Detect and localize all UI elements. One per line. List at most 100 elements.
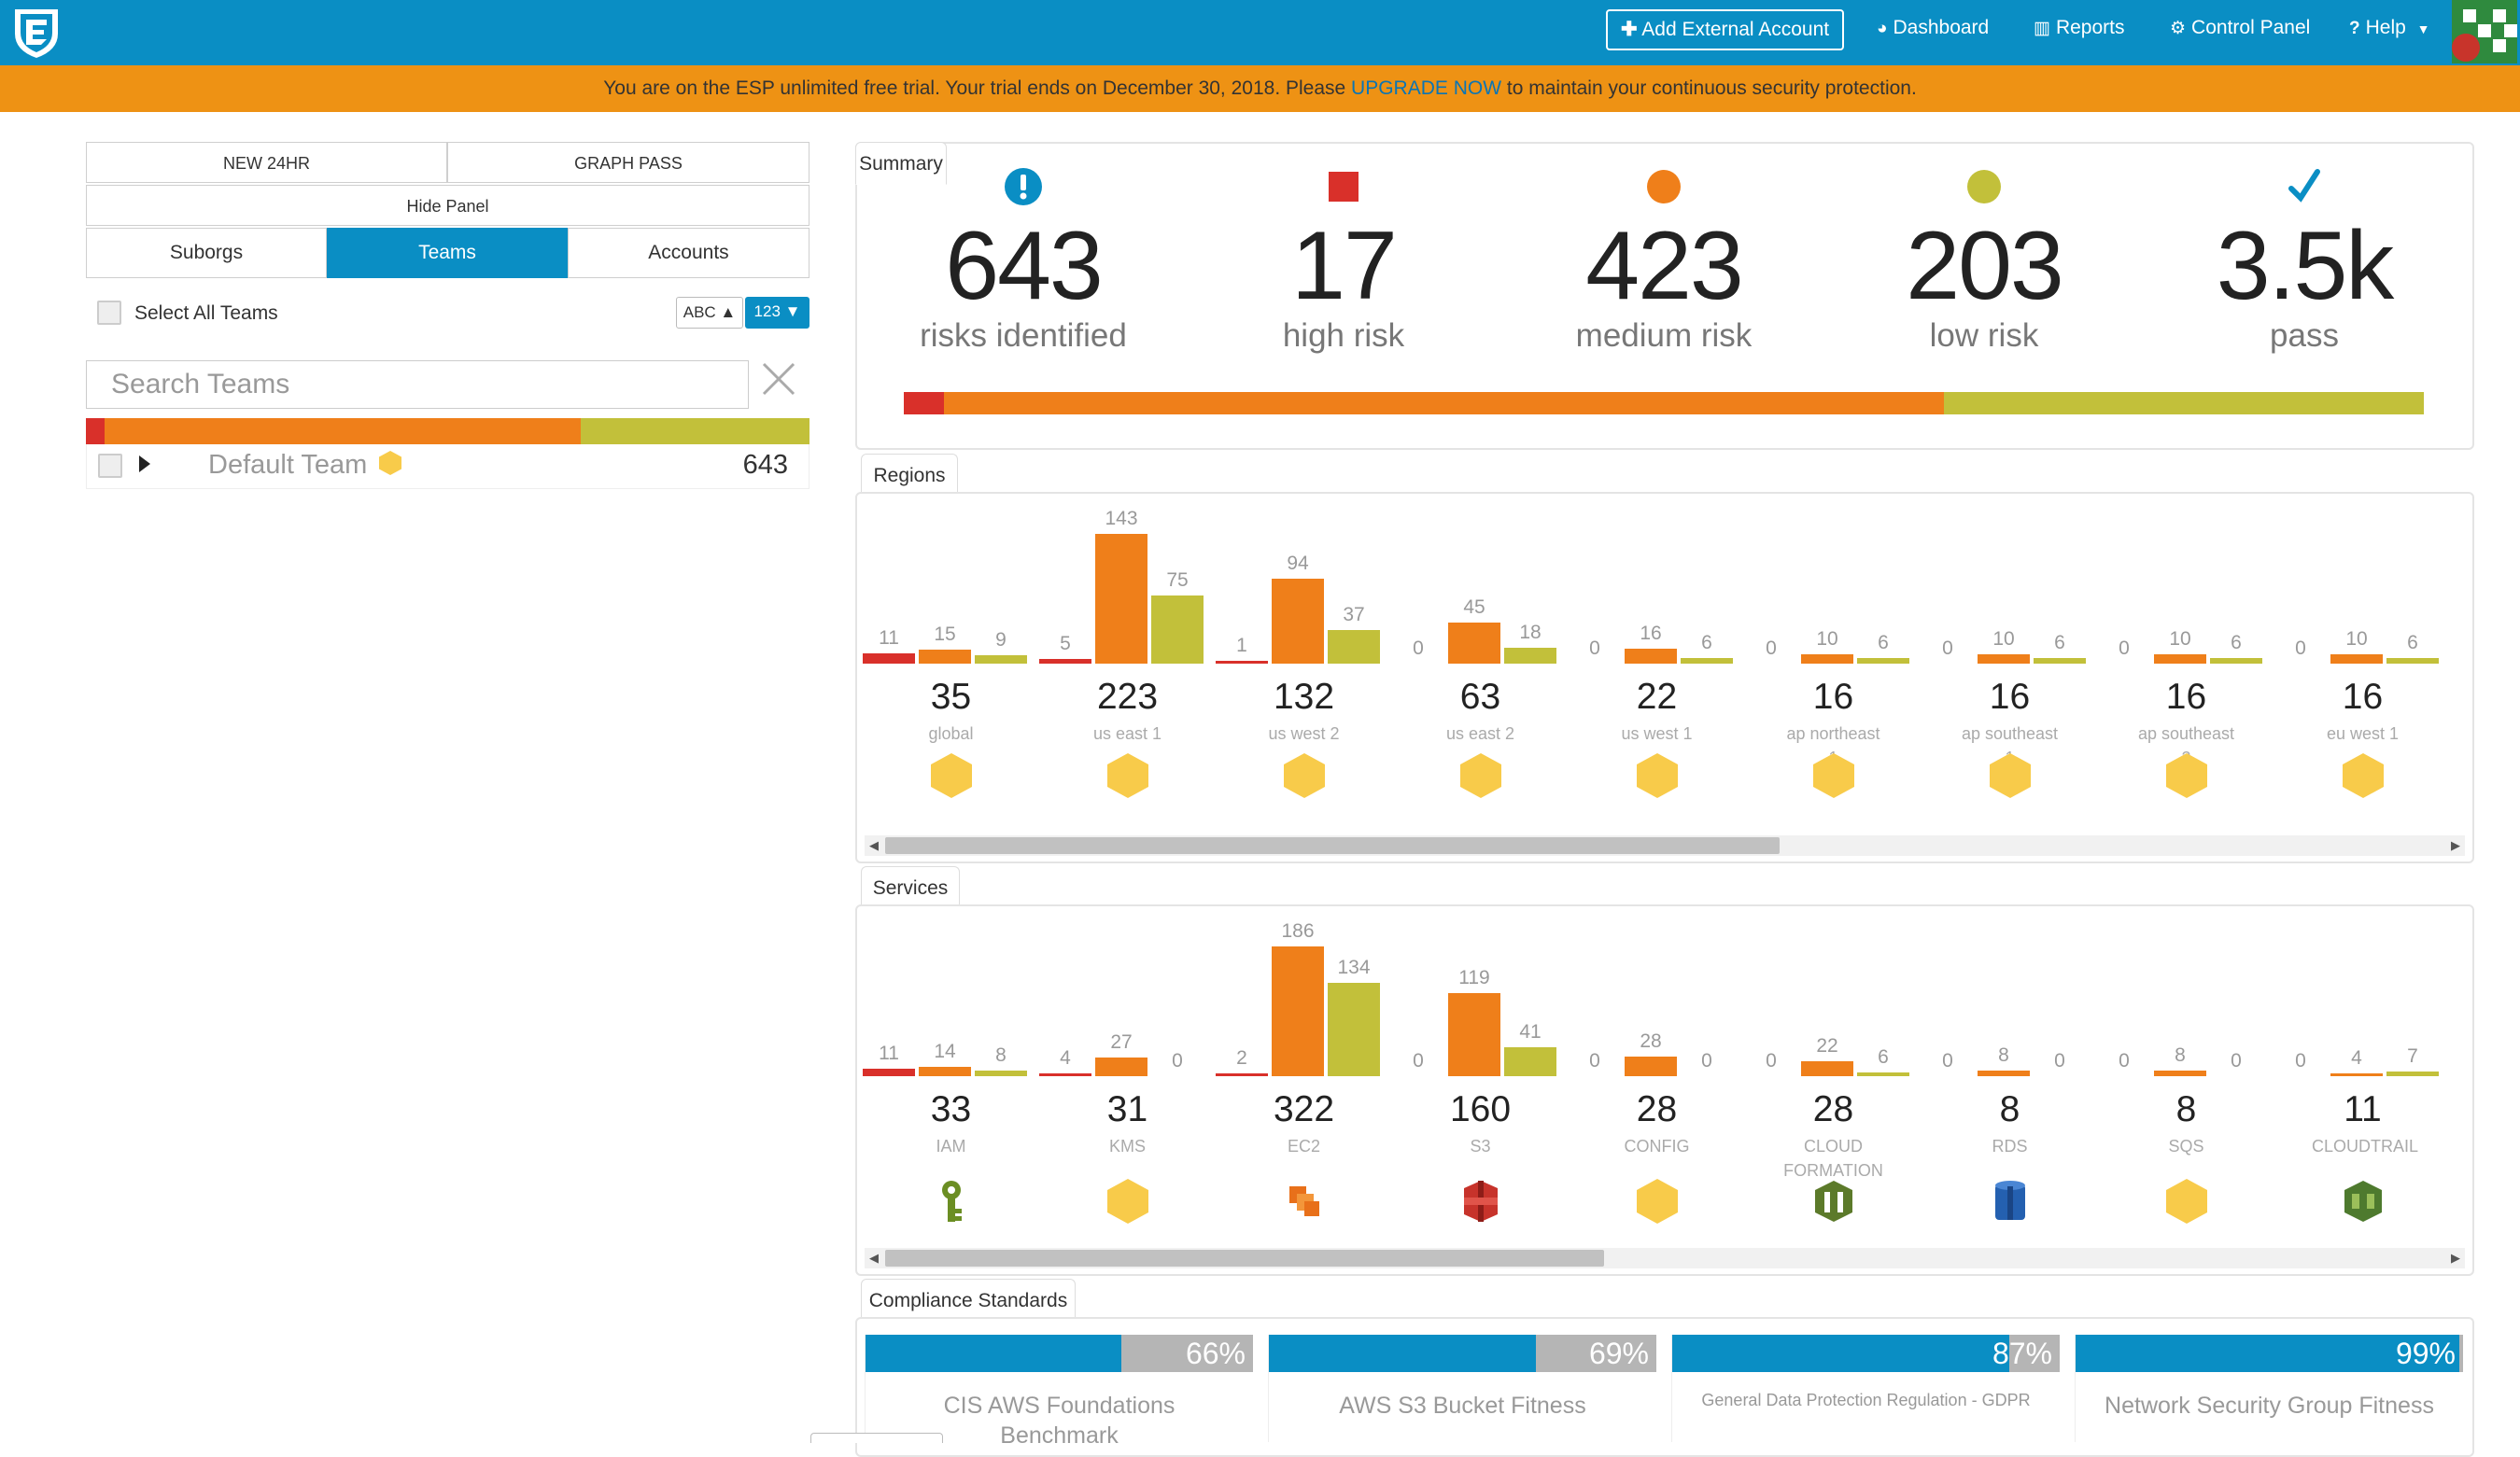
low-risk-bar[interactable]	[2210, 658, 2262, 664]
high-risk-bar[interactable]	[863, 1068, 915, 1076]
tab-accounts[interactable]: Accounts	[568, 228, 809, 278]
regions-scroll-thumb[interactable]	[885, 837, 1780, 854]
chart-column[interactable]: 0 8 0 8 RDS	[1922, 906, 2098, 1242]
low-risk-bar[interactable]	[975, 655, 1027, 664]
low-risk-bar[interactable]	[2386, 658, 2439, 664]
summary-metric[interactable]: 423 medium risk	[1514, 215, 1813, 355]
expand-arrow-icon[interactable]	[137, 454, 152, 474]
services-scrollbar[interactable]: ◀ ▶	[865, 1248, 2465, 1268]
compliance-standards-tab[interactable]: Compliance Standards	[861, 1279, 1076, 1322]
chart-column[interactable]: 010616ap southeast 2	[2098, 494, 2274, 830]
medium-risk-bar[interactable]	[1095, 1057, 1147, 1076]
sort-abc-button[interactable]: ABC ▲	[676, 297, 743, 329]
chart-column[interactable]: 5 143 75 223 us east 1	[1039, 494, 1216, 830]
regions-scrollbar[interactable]: ◀ ▶	[865, 835, 2465, 856]
medium-risk-bar[interactable]	[2154, 1071, 2206, 1076]
feedback-tab[interactable]	[810, 1433, 943, 1443]
medium-risk-bar[interactable]	[919, 650, 971, 664]
summary-metric[interactable]: 643 risks identified	[874, 215, 1173, 355]
high-risk-bar[interactable]	[1039, 659, 1091, 664]
medium-risk-bar[interactable]	[1095, 534, 1147, 664]
medium-risk-bar[interactable]	[2330, 1073, 2383, 1076]
medium-risk-bar[interactable]	[1272, 578, 1324, 664]
medium-risk-bar[interactable]	[919, 1066, 971, 1076]
medium-risk-bar[interactable]	[1801, 654, 1853, 664]
high-risk-bar[interactable]	[863, 653, 915, 664]
chart-column[interactable]: 0 22 6 28 CLOUD FORMATION	[1745, 906, 1922, 1242]
medium-risk-bar[interactable]	[1801, 1060, 1853, 1076]
low-risk-bar[interactable]	[1857, 1072, 1909, 1076]
low-risk-bar[interactable]	[1681, 658, 1733, 664]
sort-123-button[interactable]: 123 ▼	[745, 297, 809, 329]
low-risk-bar[interactable]	[975, 1071, 1027, 1076]
graph-pass-button[interactable]: GRAPH PASS	[447, 142, 809, 183]
new-24hr-button[interactable]: NEW 24HR	[86, 142, 447, 183]
nav-reports[interactable]: ▥ Reports	[2034, 9, 2124, 47]
nav-dashboard[interactable]: ◕ Dashboard	[1877, 9, 1989, 47]
regions-tab[interactable]: Regions	[861, 454, 958, 497]
compliance-card[interactable]: 69% AWS S3 Bucket Fitness	[1268, 1335, 1656, 1442]
chart-column[interactable]: 2 186 134 322 EC2	[1216, 906, 1392, 1242]
summary-metric[interactable]: 3.5k pass	[2155, 215, 2454, 355]
medium-risk-bar[interactable]	[1625, 1057, 1677, 1076]
high-risk-bar[interactable]	[1216, 661, 1268, 664]
chart-column[interactable]: 0 10 6 16 eu west 1	[2274, 494, 2451, 830]
low-risk-bar[interactable]	[1504, 1047, 1556, 1076]
summary-metric[interactable]: 203 low risk	[1835, 215, 2133, 355]
low-risk-bar[interactable]	[2034, 658, 2086, 664]
low-risk-bar[interactable]	[1504, 647, 1556, 664]
medium-risk-bar[interactable]	[1625, 649, 1677, 664]
clear-search-icon[interactable]	[760, 360, 797, 398]
low-risk-bar[interactable]	[1151, 595, 1204, 664]
compliance-card[interactable]: 99% Network Security Group Fitness	[2075, 1335, 2463, 1442]
team-checkbox[interactable]	[98, 454, 122, 478]
medium-risk-bar[interactable]	[2330, 654, 2383, 664]
low-risk-bar[interactable]	[1328, 982, 1380, 1076]
chart-column[interactable]: 1 94 37 132 us west 2	[1216, 494, 1392, 830]
scroll-left-icon[interactable]: ◀	[865, 835, 883, 856]
medium-risk-bar[interactable]	[1448, 993, 1500, 1076]
medium-risk-bar[interactable]	[1272, 946, 1324, 1076]
medium-risk-bar[interactable]	[1978, 1071, 2030, 1076]
chart-column[interactable]: 11 14 8 33 IAM	[863, 906, 1039, 1242]
tab-teams[interactable]: Teams	[327, 228, 568, 278]
user-avatar[interactable]	[2452, 0, 2517, 63]
chart-column[interactable]: 0 45 18 63 us east 2	[1392, 494, 1569, 830]
high-risk-bar[interactable]	[1039, 1073, 1091, 1076]
compliance-card[interactable]: 87% General Data Protection Regulation - …	[1671, 1335, 2060, 1442]
hide-panel-button[interactable]: Hide Panel	[86, 185, 809, 226]
scroll-right-icon[interactable]: ▶	[2446, 1248, 2465, 1268]
select-all-checkbox[interactable]	[97, 301, 121, 325]
team-row[interactable]: Default Team 643	[86, 444, 809, 489]
scroll-right-icon[interactable]: ▶	[2446, 835, 2465, 856]
compliance-card[interactable]: 66% CIS AWS Foundations Benchmark	[865, 1335, 1253, 1449]
scroll-left-icon[interactable]: ◀	[865, 1248, 883, 1268]
chart-column[interactable]: 010616ap southeast 1	[1922, 494, 2098, 830]
medium-risk-bar[interactable]	[2154, 654, 2206, 664]
low-risk-bar[interactable]	[1328, 630, 1380, 664]
chart-column[interactable]: 0 16 6 22 us west 1	[1569, 494, 1745, 830]
tab-suborgs[interactable]: Suborgs	[86, 228, 327, 278]
services-tab[interactable]: Services	[861, 866, 960, 909]
high-risk-bar[interactable]	[1216, 1073, 1268, 1076]
medium-risk-bar[interactable]	[1978, 654, 2030, 664]
chart-column[interactable]: 0 28 0 28 CONFIG	[1569, 906, 1745, 1242]
chart-column[interactable]: 010616ap northeast 1	[1745, 494, 1922, 830]
search-teams-input[interactable]: Search Teams	[86, 360, 749, 409]
low-risk-bar[interactable]	[1857, 658, 1909, 664]
nav-help[interactable]: ? Help ▼	[2349, 9, 2430, 47]
app-logo-icon[interactable]	[9, 6, 63, 60]
chart-column[interactable]: 11 15 9 35 global	[863, 494, 1039, 830]
nav-control-panel[interactable]: ⚙ Control Panel	[2170, 9, 2310, 47]
low-risk-bar[interactable]	[2386, 1071, 2439, 1076]
chart-column[interactable]: 0 119 41 160 S3	[1392, 906, 1569, 1242]
chart-column[interactable]: 4 27 0 31 KMS	[1039, 906, 1216, 1242]
services-scroll-thumb[interactable]	[885, 1250, 1604, 1267]
summary-metric[interactable]: 17 high risk	[1194, 215, 1493, 355]
add-external-account-button[interactable]: ✚ Add External Account	[1606, 9, 1845, 50]
summary-tab[interactable]: Summary	[855, 142, 947, 185]
upgrade-now-link[interactable]: UPGRADE NOW	[1351, 77, 1501, 99]
chart-column[interactable]: 0 8 0 8 SQS	[2098, 906, 2274, 1242]
medium-risk-bar[interactable]	[1448, 623, 1500, 664]
chart-column[interactable]: 0 4 7 11 CLOUDTRAIL	[2274, 906, 2451, 1242]
